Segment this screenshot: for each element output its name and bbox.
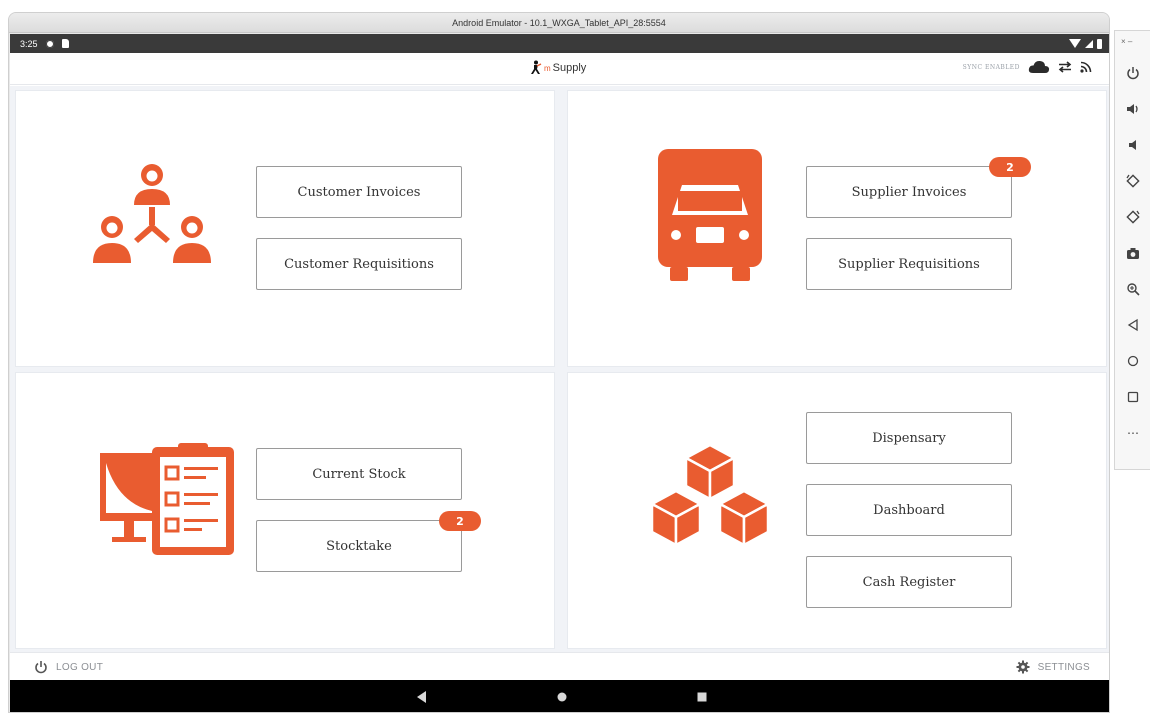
gear-icon: [1016, 660, 1030, 674]
cloud-icon: [1028, 60, 1050, 73]
dashboard-grid: Customer Invoices Customer Requisitions: [10, 86, 1109, 652]
home-circle-icon: [557, 692, 567, 702]
back-button[interactable]: [402, 680, 442, 712]
supplier-invoices-badge: 2: [989, 157, 1031, 177]
back-icon: [1127, 318, 1138, 332]
current-stock-label: Current Stock: [312, 466, 406, 482]
cash-register-button[interactable]: Cash Register: [806, 556, 1012, 608]
rotate-right-icon: [1126, 210, 1140, 224]
stocktake-button[interactable]: Stocktake 2: [256, 511, 481, 572]
power-icon: [35, 661, 47, 674]
msupply-runner-icon: [531, 60, 542, 74]
settings-notification-icon: [45, 39, 54, 48]
sync-indicator[interactable]: SYNC ENABLED: [963, 60, 1092, 74]
brand-name: Supply: [552, 62, 587, 74]
power-icon: [1127, 67, 1139, 80]
sync-status-text: SYNC ENABLED: [962, 63, 1020, 71]
wifi-icon: [1069, 39, 1081, 48]
settings-label: SETTINGS: [1037, 661, 1090, 673]
sd-card-icon: [61, 39, 69, 48]
supplier-truck-icon: [658, 149, 762, 281]
customer-panel: Customer Invoices Customer Requisitions: [15, 90, 555, 367]
emulator-power-button[interactable]: [1123, 63, 1143, 83]
customer-invoices-label: Customer Invoices: [297, 184, 421, 200]
device-screen: 3:25 m Supply SYNC ENABLED Customer Invo…: [10, 34, 1109, 712]
back-triangle-icon: [417, 691, 426, 703]
zoom-button[interactable]: [1123, 279, 1143, 299]
volume-down-icon: [1129, 140, 1136, 150]
stocktake-badge: 2: [439, 511, 481, 531]
volume-down-button[interactable]: [1123, 135, 1143, 155]
window-controls[interactable]: × –: [1121, 37, 1132, 46]
dispensary-button[interactable]: Dispensary: [806, 412, 1012, 464]
zoom-icon: [1127, 283, 1140, 296]
dashboard-button[interactable]: Dashboard: [806, 484, 1012, 536]
transfer-arrows-icon: [1058, 61, 1072, 73]
emulator-window: Android Emulator - 10.1_WXGA_Tablet_API_…: [8, 12, 1110, 713]
camera-icon: [1127, 248, 1139, 259]
customer-invoices-button[interactable]: Customer Invoices: [256, 166, 462, 218]
screenshot-button[interactable]: [1123, 243, 1143, 263]
dashboard-label: Dashboard: [873, 502, 945, 518]
stock-panel: Current Stock Stocktake 2: [15, 372, 555, 649]
supplier-requisitions-button[interactable]: Supplier Requisitions: [806, 238, 1012, 290]
emulator-overview-button[interactable]: [1123, 387, 1143, 407]
emulator-title: Android Emulator - 10.1_WXGA_Tablet_API_…: [9, 13, 1109, 33]
supplier-requisitions-label: Supplier Requisitions: [838, 256, 980, 272]
misc-panel: Dispensary Dashboard Cash Register: [567, 372, 1107, 649]
brand: m Supply: [528, 60, 586, 76]
volume-up-icon: [1127, 104, 1138, 114]
signal-icon: [1085, 39, 1093, 48]
customers-icon: [93, 164, 211, 263]
supplier-panel: Supplier Invoices 2 Supplier Requisition…: [567, 90, 1107, 367]
rotate-left-icon: [1126, 174, 1140, 188]
current-stock-button[interactable]: Current Stock: [256, 448, 462, 500]
supplier-invoices-button[interactable]: Supplier Invoices 2: [806, 157, 1031, 218]
settings-button[interactable]: SETTINGS: [1016, 653, 1090, 681]
dispensary-label: Dispensary: [872, 430, 946, 446]
rotate-right-button[interactable]: [1123, 207, 1143, 227]
battery-icon: [1097, 38, 1102, 49]
logout-button[interactable]: LOG OUT: [34, 653, 103, 681]
screen: Android Emulator - 10.1_WXGA_Tablet_API_…: [0, 0, 1150, 713]
android-nav-bar: [10, 680, 1109, 712]
boxes-icon: [650, 443, 770, 547]
emulator-side-panel: × – ⋯: [1114, 30, 1150, 470]
more-options-button[interactable]: ⋯: [1123, 423, 1143, 443]
brand-prefix: m: [544, 63, 551, 73]
recent-apps-button[interactable]: [682, 680, 722, 712]
volume-up-button[interactable]: [1123, 99, 1143, 119]
status-time: 3:25: [20, 38, 38, 49]
app-footer: LOG OUT SETTINGS: [10, 652, 1109, 681]
stock-clipboard-icon: [100, 443, 234, 555]
status-bar: 3:25: [10, 34, 1109, 53]
recent-square-icon: [697, 692, 707, 702]
emulator-home-button[interactable]: [1123, 351, 1143, 371]
customer-requisitions-button[interactable]: Customer Requisitions: [256, 238, 462, 290]
customer-requisitions-label: Customer Requisitions: [284, 256, 434, 272]
overview-icon: [1127, 391, 1139, 403]
stocktake-label: Stocktake: [326, 538, 392, 554]
home-icon: [1127, 355, 1139, 367]
app-header: m Supply SYNC ENABLED: [10, 53, 1109, 85]
emulator-back-button[interactable]: [1123, 315, 1143, 335]
supplier-invoices-label: Supplier Invoices: [851, 184, 967, 200]
rotate-left-button[interactable]: [1123, 171, 1143, 191]
cash-register-label: Cash Register: [862, 574, 956, 590]
logout-label: LOG OUT: [56, 661, 104, 673]
home-button[interactable]: [542, 680, 582, 712]
rss-feed-icon: [1080, 61, 1092, 73]
